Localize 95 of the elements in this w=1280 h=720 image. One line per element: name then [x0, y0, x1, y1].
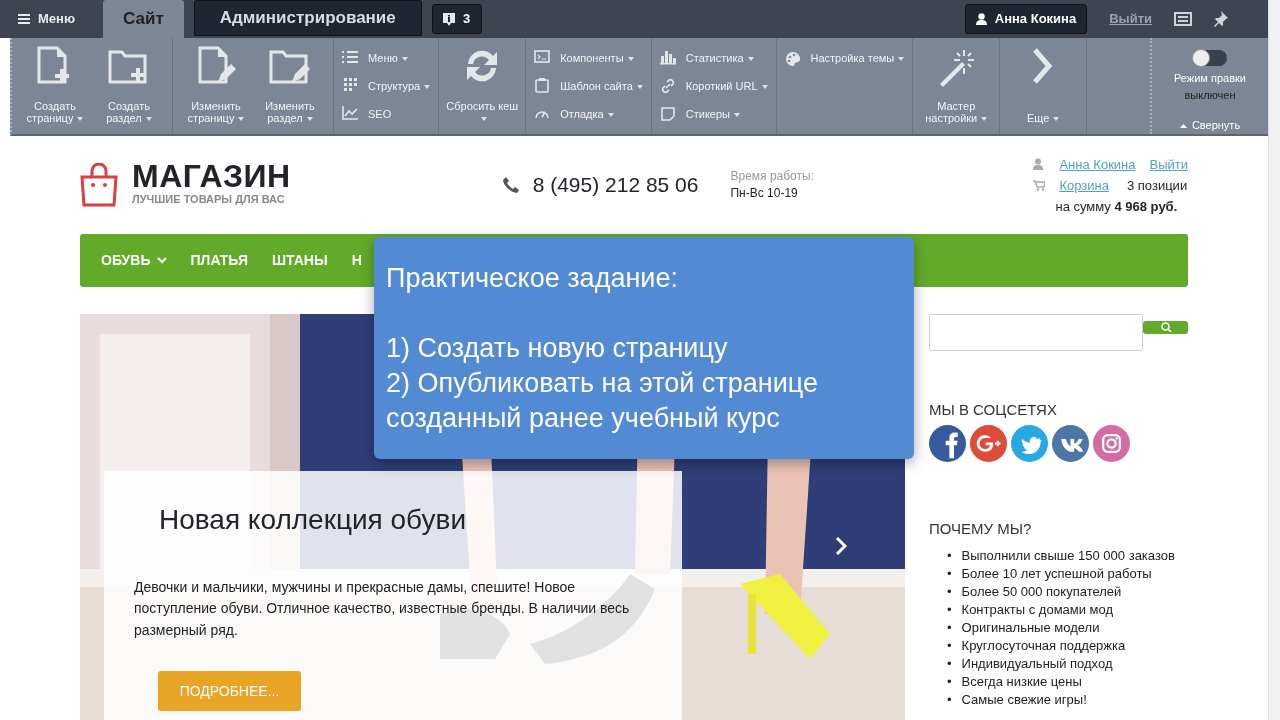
- user-link[interactable]: Анна Кокина: [1059, 153, 1136, 175]
- shopping-bag-icon: [80, 162, 118, 207]
- menu-button[interactable]: Меню: [18, 9, 75, 29]
- cart-sum: на сумму 4 968 руб.: [1055, 197, 1179, 216]
- task-step: 1) Создать новую страницу: [386, 330, 902, 366]
- user-icon: [1033, 158, 1044, 170]
- hours-label: Время работы:: [730, 167, 814, 185]
- toolbar-button[interactable]: Создать раздел: [92, 38, 166, 134]
- keyboard-icon: [1174, 12, 1192, 26]
- toolbar-menu-item[interactable]: Короткий URL: [659, 77, 768, 94]
- toolbar-menu-item[interactable]: Структура: [342, 77, 431, 94]
- nav-link[interactable]: ПЛАТЬЯ: [190, 249, 248, 271]
- slide-text: Девочки и мальчики, мужчины и прекрасные дамы, спешите! Новое поступление обуви. Отличное качество, известные бренды. В наличии весь размерный ряд.: [134, 577, 631, 640]
- hours-text: Пн-Вс 10-19: [730, 184, 799, 202]
- bullet: •: [947, 600, 952, 619]
- list-item: Более 10 лет успешной работы: [961, 564, 1152, 583]
- twitter-icon[interactable]: [1011, 425, 1048, 462]
- tab[interactable]: Сайт: [103, 0, 184, 38]
- toolbar-menu-item[interactable]: Шаблон сайта: [534, 77, 643, 94]
- bullet: •: [947, 618, 952, 637]
- info-icon: [443, 12, 456, 26]
- clipboard-icon: [534, 78, 551, 94]
- list-item: Контракты с домами мод: [961, 600, 1114, 619]
- toolbar-button[interactable]: Изменить раздел: [253, 38, 327, 134]
- list-item: Круглосуточная поддержка: [961, 636, 1126, 655]
- toolbar-menu-item[interactable]: SEO: [342, 105, 431, 122]
- search-button[interactable]: [1143, 320, 1188, 334]
- search-field[interactable]: [929, 313, 1143, 351]
- search-icon: [1159, 322, 1172, 332]
- instagram-icon[interactable]: [1093, 425, 1130, 462]
- popup-title: Практическое задание:: [386, 261, 679, 295]
- tab[interactable]: Администрирование: [193, 0, 422, 36]
- palette-icon: [784, 50, 801, 66]
- cart-link[interactable]: Корзина: [1059, 174, 1109, 196]
- toolbar-menu-item[interactable]: Настройка темы: [784, 50, 905, 67]
- more-button[interactable]: ПОДРОБНЕЕ...: [158, 671, 301, 711]
- bullet: •: [947, 672, 952, 691]
- phone-number: 8 (495) 212 85 06: [532, 171, 699, 198]
- nav-link[interactable]: ОБУВЬ: [101, 249, 167, 271]
- bullet: •: [947, 636, 952, 655]
- slide-title: Новая коллекция обуви: [159, 502, 467, 537]
- list-item: Всегда низкие цены: [961, 672, 1082, 691]
- phone-icon: [502, 176, 519, 193]
- logout-link[interactable]: Выйти: [1109, 9, 1152, 29]
- scrollbar[interactable]: [1268, 0, 1280, 720]
- collapse-button[interactable]: Свернуть: [1179, 117, 1241, 134]
- user-icon: [975, 13, 987, 25]
- pin-icon: [1212, 11, 1228, 27]
- bullet: •: [947, 546, 952, 565]
- nav-link[interactable]: Н: [351, 249, 362, 271]
- grid-icon: [342, 78, 358, 94]
- toolbar-menu-item[interactable]: Отладка: [534, 105, 643, 122]
- list-item: Индивидуальный подход: [961, 654, 1113, 673]
- terminal-icon: [534, 50, 551, 66]
- toolbar-button[interactable]: Изменить страницу: [179, 38, 253, 134]
- toggle-label: Режим правки: [1174, 71, 1246, 86]
- toolbar-menu-item[interactable]: Меню: [342, 49, 431, 66]
- logo-tagline: ЛУЧШИЕ ТОВАРЫ ДЛЯ ВАС: [132, 192, 286, 208]
- facebook-icon[interactable]: [929, 425, 966, 462]
- bullet: •: [947, 690, 952, 709]
- section-heading: ПОЧЕМУ МЫ?: [929, 519, 1033, 539]
- google-plus-icon[interactable]: [970, 425, 1007, 462]
- list-icon: [342, 50, 358, 66]
- caret-icon: [1179, 124, 1187, 129]
- bullet: •: [947, 582, 952, 601]
- toolbar-button[interactable]: Еще: [1006, 38, 1081, 134]
- nav-link[interactable]: ШТАНЫ: [271, 249, 328, 271]
- toggle-switch[interactable]: [1193, 50, 1227, 66]
- list-item: Самые свежие игры!: [961, 690, 1087, 709]
- toolbar-menu-item[interactable]: Компоненты: [534, 49, 643, 66]
- cart-count: 3 позиции: [1127, 176, 1188, 195]
- toolbar-menu-item[interactable]: Статистика: [659, 49, 768, 66]
- menu-icon: [18, 14, 30, 24]
- link-icon: [659, 78, 676, 94]
- toolbar-menu-item[interactable]: Стикеры: [659, 105, 768, 122]
- task-step: 2) Опубликовать на этой странице созданный ранее учебный курс: [386, 365, 902, 436]
- bars-icon: [659, 50, 676, 66]
- chart-icon: [342, 106, 358, 122]
- toolbar-button[interactable]: Создать страницу: [18, 38, 92, 134]
- list-item: Более 50 000 покупателей: [961, 582, 1122, 601]
- note-icon: [659, 106, 676, 122]
- toolbar-button[interactable]: Мастер настройки: [919, 38, 994, 134]
- section-heading: МЫ В СОЦСЕТЯХ: [929, 399, 1058, 420]
- toggle-state: выключен: [1184, 87, 1236, 103]
- list-item: Оригинальные модели: [961, 618, 1100, 637]
- logout-link[interactable]: Выйти: [1149, 153, 1188, 175]
- cart-icon: [1033, 179, 1046, 191]
- bullet: •: [947, 654, 952, 673]
- notifications-button[interactable]: 3: [431, 4, 482, 34]
- toolbar-button[interactable]: Сбросить кеш: [445, 38, 520, 134]
- list-item: Выполнили свыше 150 000 заказов: [961, 546, 1175, 565]
- user-button[interactable]: Анна Кокина: [964, 4, 1088, 34]
- bullet: •: [947, 564, 952, 583]
- logo-title: МАГАЗИН: [132, 161, 291, 192]
- vk-icon[interactable]: [1052, 425, 1089, 462]
